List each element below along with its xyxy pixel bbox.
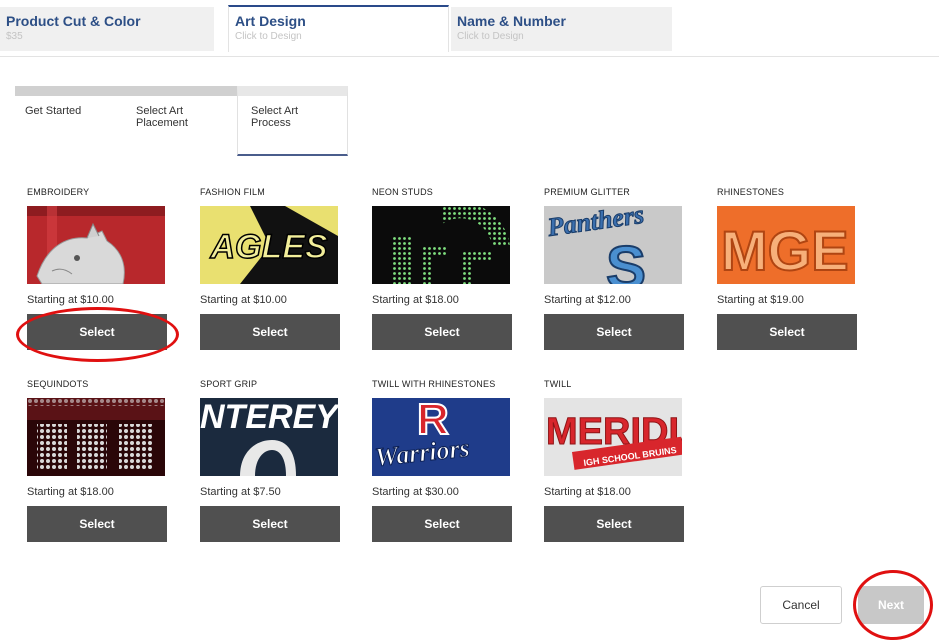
process-card-fashion-film: FASHION FILM AGLES Starting at $10.00 Se… bbox=[200, 187, 340, 350]
tab-title: Name & Number bbox=[457, 13, 566, 29]
process-price: Starting at $18.00 bbox=[544, 486, 631, 498]
art-steps: Get Started Select Art Placement Select … bbox=[15, 86, 355, 156]
tab-title: Art Design bbox=[235, 13, 306, 29]
process-price: Starting at $12.00 bbox=[544, 294, 631, 306]
process-name: EMBROIDERY bbox=[27, 187, 90, 197]
process-card-rhinestones: RHINESTONES MGE Starting at $19.00 Selec… bbox=[717, 187, 857, 350]
premium-glitter-art-letter: S bbox=[606, 234, 646, 284]
select-premium-glitter-button[interactable]: Select bbox=[544, 314, 684, 350]
process-price: Starting at $10.00 bbox=[200, 294, 287, 306]
process-card-neon-studs: NEON STUDS Starting at $18.00 Select bbox=[372, 187, 512, 350]
product-tabs: Product Cut & Color $35 Art Design Click… bbox=[0, 5, 939, 57]
step-get-started[interactable]: Get Started bbox=[15, 86, 126, 154]
process-price: Starting at $10.00 bbox=[27, 294, 114, 306]
tab-subtitle: Click to Design bbox=[457, 31, 524, 42]
cancel-button[interactable]: Cancel bbox=[760, 586, 842, 624]
select-rhinestones-button[interactable]: Select bbox=[717, 314, 857, 350]
process-card-premium-glitter: PREMIUM GLITTER Panthers S Starting at $… bbox=[544, 187, 684, 350]
step-select-art-placement[interactable]: Select Art Placement bbox=[126, 86, 237, 154]
process-name: RHINESTONES bbox=[717, 187, 785, 197]
process-price: Starting at $18.00 bbox=[27, 486, 114, 498]
process-price: Starting at $30.00 bbox=[372, 486, 459, 498]
process-name: NEON STUDS bbox=[372, 187, 434, 197]
process-name: PREMIUM GLITTER bbox=[544, 187, 631, 197]
tab-name-number[interactable]: Name & Number Click to Design bbox=[451, 7, 672, 51]
next-button[interactable]: Next bbox=[858, 586, 924, 624]
select-sequindots-button[interactable]: Select bbox=[27, 506, 167, 542]
premium-glitter-sample-image: Panthers S bbox=[544, 206, 682, 284]
sequindots-sample-image bbox=[27, 398, 165, 476]
process-name: SEQUINDOTS bbox=[27, 379, 89, 389]
step-select-art-process[interactable]: Select Art Process bbox=[237, 86, 348, 156]
select-embroidery-button[interactable]: Select bbox=[27, 314, 167, 350]
tab-title: Product Cut & Color bbox=[6, 13, 141, 29]
process-card-sport-grip: SPORT GRIP NTEREY Starting at $7.50 Sele… bbox=[200, 379, 340, 542]
fashion-film-sample-image: AGLES bbox=[200, 206, 338, 284]
tab-subtitle: Click to Design bbox=[235, 31, 302, 42]
step-label: Select Art Placement bbox=[136, 105, 188, 129]
step-label: Get Started bbox=[25, 105, 82, 117]
process-price: Starting at $19.00 bbox=[717, 294, 804, 306]
sport-grip-sample-image: NTEREY bbox=[200, 398, 338, 476]
process-name: TWILL bbox=[544, 379, 572, 389]
select-neon-studs-button[interactable]: Select bbox=[372, 314, 512, 350]
select-twill-button[interactable]: Select bbox=[544, 506, 684, 542]
process-name: FASHION FILM bbox=[200, 187, 265, 197]
tab-art-design[interactable]: Art Design Click to Design bbox=[228, 5, 449, 52]
process-name: SPORT GRIP bbox=[200, 379, 258, 389]
rhinestones-sample-image: MGE bbox=[717, 206, 855, 284]
process-card-twill: TWILL MERIDIA IGH SCHOOL BRUINS Starting… bbox=[544, 379, 684, 542]
tab-subtitle: $35 bbox=[6, 31, 23, 42]
twill-rhinestones-sample-image: R Warriors bbox=[372, 398, 510, 476]
select-sport-grip-button[interactable]: Select bbox=[200, 506, 340, 542]
process-name: TWILL WITH RHINESTONES bbox=[372, 379, 496, 389]
twill-sample-image: MERIDIA IGH SCHOOL BRUINS bbox=[544, 398, 682, 476]
process-price: Starting at $18.00 bbox=[372, 294, 459, 306]
embroidery-sample-image bbox=[27, 206, 165, 284]
step-label: Select Art Process bbox=[251, 105, 299, 129]
rhinestones-art-text: MGE bbox=[721, 219, 849, 282]
sport-grip-art-text: NTEREY bbox=[200, 398, 338, 436]
select-twill-with-rhinestones-button[interactable]: Select bbox=[372, 506, 512, 542]
fashion-film-art-text: AGLES bbox=[209, 228, 327, 266]
process-card-embroidery: EMBROIDERY Starting at $10.00 Select bbox=[27, 187, 167, 350]
select-fashion-film-button[interactable]: Select bbox=[200, 314, 340, 350]
process-card-twill-with-rhinestones: TWILL WITH RHINESTONES R Warriors Starti… bbox=[372, 379, 512, 542]
tab-product-cut-color[interactable]: Product Cut & Color $35 bbox=[0, 7, 214, 51]
process-price: Starting at $7.50 bbox=[200, 486, 281, 498]
process-card-sequindots: SEQUINDOTS Starting at $18.00 Select bbox=[27, 379, 167, 542]
tab-divider bbox=[0, 56, 939, 57]
neon-studs-sample-image bbox=[372, 206, 510, 284]
